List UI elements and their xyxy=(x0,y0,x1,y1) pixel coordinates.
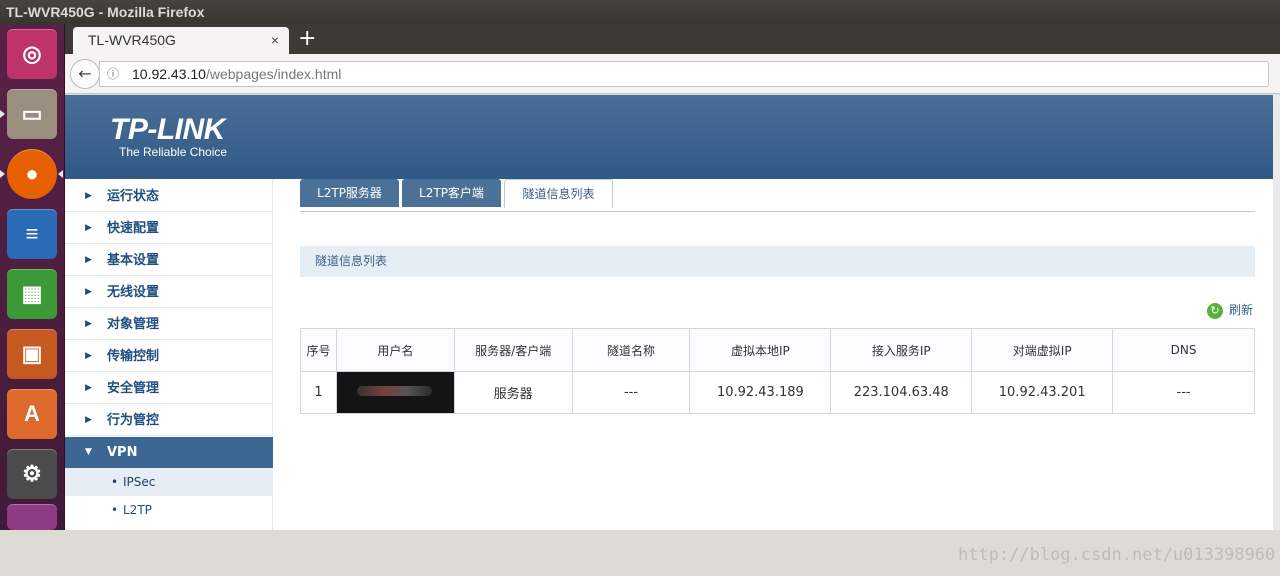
sidebar-item-vpn[interactable]: ▼ VPN xyxy=(65,437,273,468)
calc-icon[interactable]: ▦ xyxy=(7,269,57,319)
table-row: 1 服务器 --- 10.92.43.189 223.104.63.48 10.… xyxy=(300,371,1255,414)
files-icon[interactable]: ▭ xyxy=(7,89,57,139)
tab-tunnel-list[interactable]: 隧道信息列表 xyxy=(504,179,613,208)
back-button[interactable]: ← xyxy=(70,59,100,89)
url-bar[interactable]: ⓘ 10.92.43.10/webpages/index.html xyxy=(99,61,1269,87)
sidebar-item-transfer[interactable]: ▶ 传输控制 xyxy=(65,341,273,372)
sidebar-item-basic[interactable]: ▶ 基本设置 xyxy=(65,245,273,276)
chevron-right-icon: ▶ xyxy=(85,319,92,329)
tab-l2tp-client[interactable]: L2TP客户端 xyxy=(402,179,501,207)
tab-l2tp-server[interactable]: L2TP服务器 xyxy=(300,179,399,207)
close-icon[interactable]: × xyxy=(271,27,279,54)
section-title: 隧道信息列表 xyxy=(300,246,1255,277)
table-cell: --- xyxy=(1112,371,1255,414)
sidebar-subitem-ipsec[interactable]: • IPSec xyxy=(65,468,273,496)
impress-icon[interactable]: ▣ xyxy=(7,329,57,379)
redacted-username xyxy=(335,371,455,414)
column-header: 序号 xyxy=(300,328,337,372)
bullet-icon: • xyxy=(111,503,119,517)
refresh-icon: ↻ xyxy=(1207,302,1223,319)
sidebar-item-objects[interactable]: ▶ 对象管理 xyxy=(65,309,273,340)
firefox-icon[interactable]: ● xyxy=(7,149,57,199)
tunnel-table: 序号 用户名 服务器/客户端 隧道名称 虚拟本地IP 接入服务IP 对端虚拟IP… xyxy=(300,328,1255,414)
writer-icon[interactable]: ≡ xyxy=(7,209,57,259)
tab-divider xyxy=(300,211,1255,212)
column-header: 用户名 xyxy=(335,328,455,372)
info-icon[interactable]: ⓘ xyxy=(107,62,119,86)
refresh-button[interactable]: ↻ 刷新 xyxy=(1207,301,1253,319)
column-header: 接入服务IP xyxy=(830,328,973,372)
sidebar-item-wireless[interactable]: ▶ 无线设置 xyxy=(65,277,273,308)
tab-strip: TL-WVR450G × + xyxy=(65,24,1280,54)
table-cell: 1 xyxy=(300,371,337,414)
url-text: 10.92.43.10/webpages/index.html xyxy=(132,66,342,82)
software-center-icon[interactable]: A xyxy=(7,389,57,439)
browser-tab[interactable]: TL-WVR450G × xyxy=(73,27,289,54)
chevron-right-icon: ▶ xyxy=(85,287,92,297)
window-title: TL-WVR450G - Mozilla Firefox xyxy=(0,0,1280,24)
table-cell: 服务器 xyxy=(453,371,573,414)
chevron-right-icon: ▶ xyxy=(85,223,92,233)
chevron-right-icon: ▶ xyxy=(85,383,92,393)
column-header: 对端虚拟IP xyxy=(971,328,1114,372)
sidebar-subitem-l2tp[interactable]: • L2TP xyxy=(65,496,273,524)
chevron-right-icon: ▶ xyxy=(85,415,92,425)
column-header: DNS xyxy=(1112,328,1255,372)
header-banner: TP-LINK The Reliable Choice xyxy=(65,95,1273,179)
active-indicator xyxy=(58,170,63,178)
brand-slogan: The Reliable Choice xyxy=(119,145,228,159)
running-indicator xyxy=(0,110,5,118)
workspace-icon[interactable] xyxy=(7,504,57,530)
nav-bar: ⓘ 10.92.43.10/webpages/index.html ← xyxy=(65,54,1280,94)
system-settings-icon[interactable]: ⚙ xyxy=(7,449,57,499)
sidebar-item-quick-setup[interactable]: ▶ 快速配置 xyxy=(65,213,273,244)
browser-tab-title: TL-WVR450G xyxy=(88,32,176,48)
bullet-icon: • xyxy=(111,475,119,489)
column-header: 虚拟本地IP xyxy=(689,328,832,372)
chevron-right-icon: ▶ xyxy=(85,255,92,265)
redaction-mark xyxy=(356,386,432,396)
table-cell: 10.92.43.189 xyxy=(689,371,832,414)
ubuntu-dash-icon[interactable]: ◎ xyxy=(7,29,57,79)
column-header: 隧道名称 xyxy=(571,328,691,372)
page-scrollbar[interactable] xyxy=(1273,95,1280,530)
table-cell: --- xyxy=(571,371,691,414)
main-content: L2TP服务器 L2TP客户端 隧道信息列表 隧道信息列表 ↻ 刷新 序号 用户名… xyxy=(273,179,1273,530)
sidebar-item-security[interactable]: ▶ 安全管理 xyxy=(65,373,273,404)
column-header: 服务器/客户端 xyxy=(453,328,573,372)
running-indicator xyxy=(0,170,5,178)
chevron-right-icon: ▶ xyxy=(85,351,92,361)
back-arrow-icon: ← xyxy=(78,64,92,83)
new-tab-button[interactable]: + xyxy=(298,26,316,51)
chevron-right-icon: ▶ xyxy=(85,191,92,201)
sidebar-item-status[interactable]: ▶ 运行状态 xyxy=(65,181,273,212)
tp-link-logo: TP-LINK xyxy=(110,113,225,146)
table-cell: 223.104.63.48 xyxy=(830,371,973,414)
table-header-row: 序号 用户名 服务器/客户端 隧道名称 虚拟本地IP 接入服务IP 对端虚拟IP… xyxy=(300,328,1255,372)
web-page: TP-LINK The Reliable Choice ▶ 运行状态 ▶ 快速配置 … xyxy=(65,95,1273,530)
launcher: ◎ ▭ ● ≡ ▦ ▣ A ⚙ xyxy=(0,24,65,530)
watermark: http://blog.csdn.net/u013398960 xyxy=(958,545,1276,565)
sidebar-item-behavior[interactable]: ▶ 行为管控 xyxy=(65,405,273,436)
sidebar: ▶ 运行状态 ▶ 快速配置 ▶ 基本设置 ▶ 无线设置 ▶ 对象管理 ▶ 传输控制 ▶ 安全管… xyxy=(65,179,273,530)
table-cell: 10.92.43.201 xyxy=(971,371,1114,414)
chevron-down-icon: ▼ xyxy=(85,447,92,457)
